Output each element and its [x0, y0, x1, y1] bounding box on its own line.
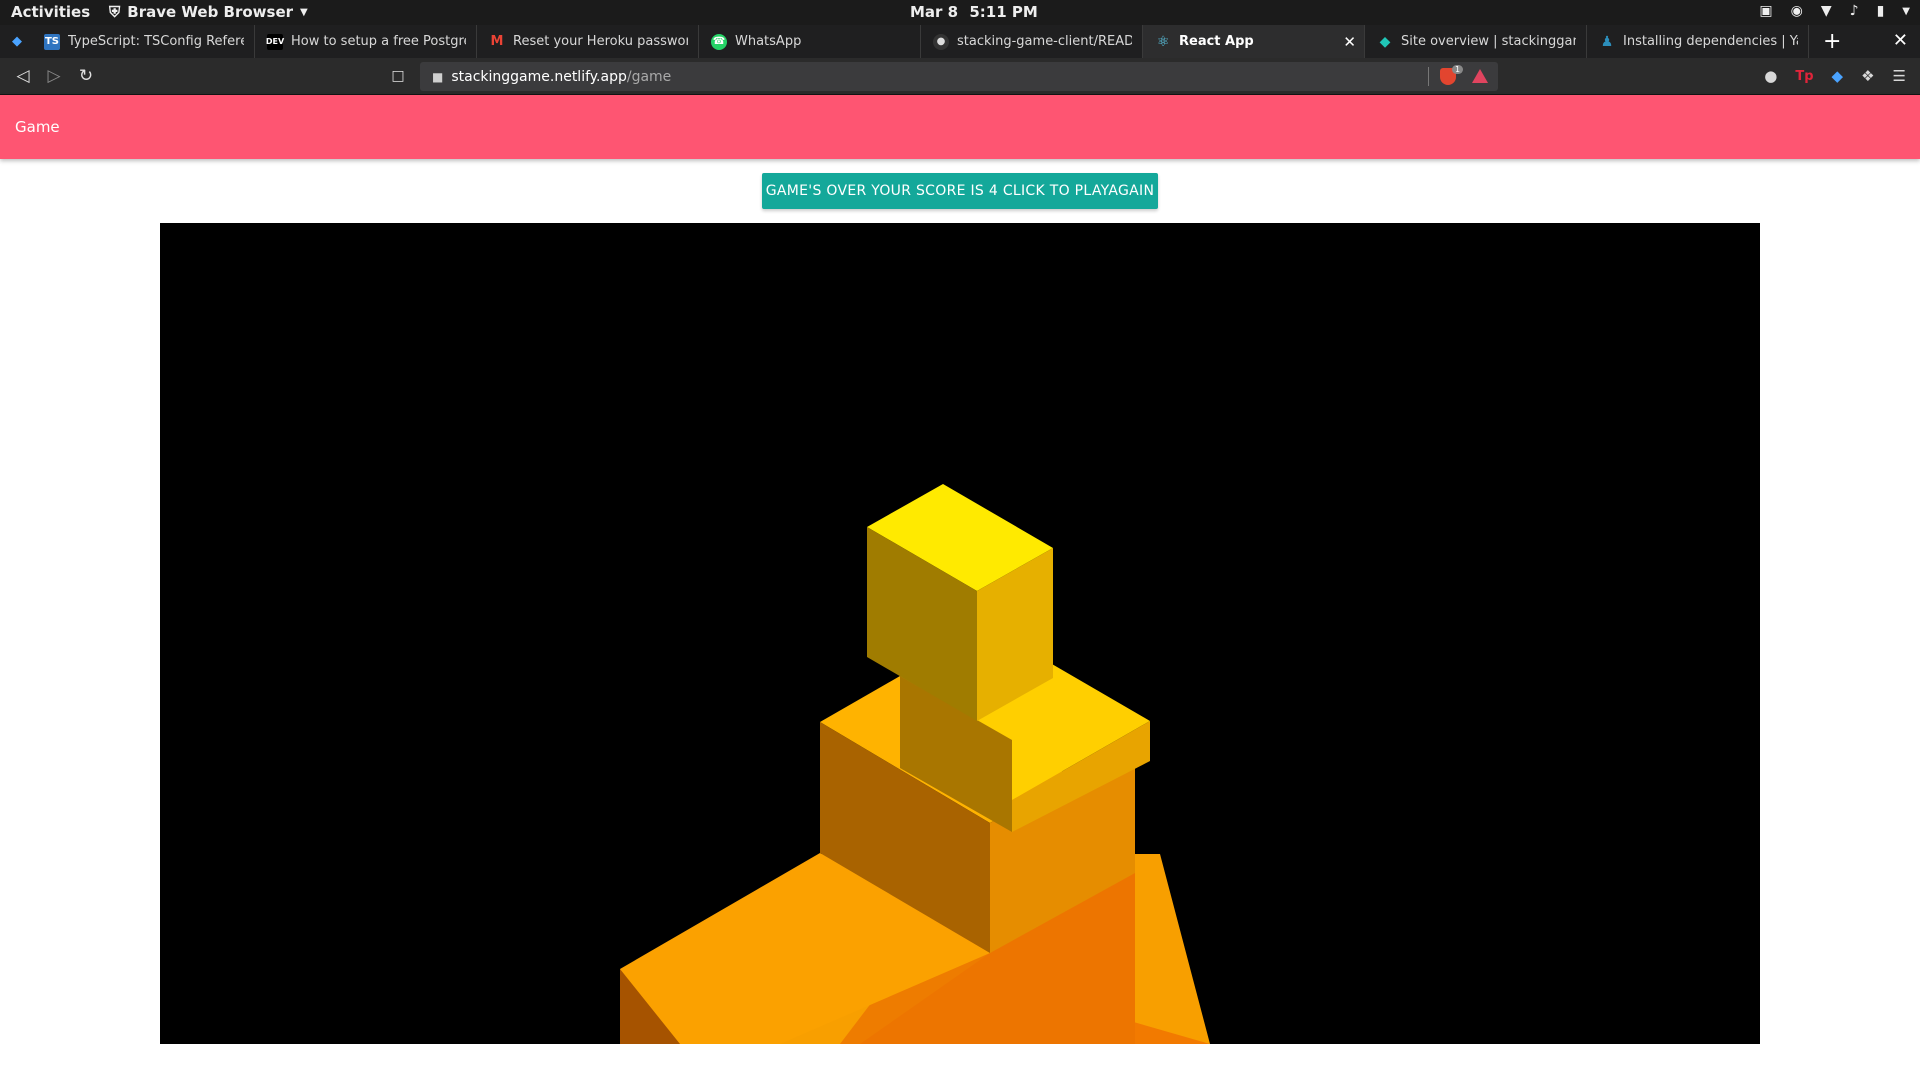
ts-icon: TS — [44, 33, 60, 50]
tab-label: WhatsApp — [735, 34, 802, 49]
tab-label: Reset your Heroku password - — [513, 34, 688, 49]
url-path: /game — [626, 68, 672, 85]
gmail-icon: M — [490, 34, 504, 49]
tab-react-app[interactable]: ⚛ React App ✕ — [1143, 25, 1365, 58]
menu-icon[interactable]: ☰ — [1893, 67, 1906, 85]
chevron-down-icon: ▼ — [300, 6, 308, 18]
screen-icon[interactable]: ▣ — [1759, 3, 1772, 19]
brave-rewards-icon[interactable] — [1472, 69, 1488, 83]
tab-search-icon[interactable]: ◆ — [12, 34, 22, 49]
whatsapp-icon: ☎ — [711, 33, 727, 50]
app-menu-label: Brave Web Browser — [127, 3, 294, 21]
stack-scene — [620, 484, 1210, 1044]
dev-icon: DEV — [266, 33, 284, 50]
activities-button[interactable]: Activities — [11, 3, 90, 21]
window-close-icon[interactable]: ✕ — [1893, 30, 1908, 51]
tab-label: stacking-game-client/README — [957, 34, 1132, 49]
discord-icon[interactable]: ◉ — [1791, 3, 1803, 19]
tab-label: How to setup a free PostgreSQL — [291, 34, 466, 49]
play-again-button[interactable]: GAME'S OVER YOUR SCORE IS 4 CLICK TO PLA… — [762, 173, 1158, 209]
tab-strip: ◆ TS TypeScript: TSConfig Reference DEV … — [0, 25, 1920, 58]
address-bar[interactable]: ■ stackinggame.netlify.app/game 1 — [420, 62, 1498, 91]
shield-count-badge: 1 — [1452, 65, 1464, 74]
tab-heroku[interactable]: M Reset your Heroku password - — [477, 25, 699, 58]
clock[interactable]: Mar 8 5:11 PM — [910, 3, 1038, 21]
game-canvas[interactable] — [160, 223, 1760, 1044]
extensions-area: ● Tp ◆ ❖ ☰ — [1764, 67, 1906, 85]
netlify-icon: ◆ — [1379, 33, 1391, 50]
navbar-brand[interactable]: Game — [15, 118, 60, 136]
github-icon: ● — [933, 33, 949, 50]
url-separator — [1428, 67, 1429, 86]
new-tab-button[interactable]: + — [1809, 29, 1855, 54]
wifi-icon[interactable]: ▼ — [1821, 3, 1832, 19]
menu-arrow-icon[interactable]: ▼ — [1902, 6, 1910, 17]
brave-lion-icon: ⛨ — [109, 3, 121, 21]
extension-diamond-icon[interactable]: ◆ — [1832, 67, 1844, 85]
extension-circle-icon[interactable]: ● — [1764, 67, 1777, 85]
lock-icon: ■ — [432, 69, 444, 84]
clock-time: 5:11 PM — [969, 3, 1038, 21]
back-icon[interactable]: ◁ — [13, 66, 33, 86]
system-tray[interactable]: ▣ ◉ ▼ ♪ ▮ ▼ — [1759, 3, 1910, 19]
extensions-puzzle-icon[interactable]: ❖ — [1861, 67, 1874, 85]
tab-label: Installing dependencies | Yarn — [1623, 34, 1798, 49]
volume-icon[interactable]: ♪ — [1850, 3, 1859, 19]
browser-toolbar: ◁ ▷ ↻ □ ■ stackinggame.netlify.app/game … — [0, 58, 1920, 95]
react-icon: ⚛ — [1156, 33, 1170, 50]
url-host: stackinggame.netlify.app — [451, 68, 627, 85]
yarn-icon: ♟ — [1600, 33, 1614, 50]
system-top-bar: Activities ⛨ Brave Web Browser ▼ Mar 8 5… — [0, 0, 1920, 25]
app-navbar: Game — [0, 95, 1920, 159]
tab-typescript[interactable]: TS TypeScript: TSConfig Reference — [32, 25, 255, 58]
tab-github[interactable]: ● stacking-game-client/README — [921, 25, 1143, 58]
extension-tp-icon[interactable]: Tp — [1795, 69, 1813, 84]
tab-netlify[interactable]: ◆ Site overview | stackinggame — [1365, 25, 1587, 58]
tab-label: TypeScript: TSConfig Reference — [68, 34, 244, 49]
battery-icon[interactable]: ▮ — [1877, 3, 1885, 19]
reload-icon[interactable]: ↻ — [76, 66, 96, 86]
app-menu[interactable]: ⛨ Brave Web Browser ▼ — [109, 3, 308, 21]
tab-label: Site overview | stackinggame — [1401, 34, 1576, 49]
bookmark-icon[interactable]: □ — [388, 68, 408, 84]
clock-date: Mar 8 — [910, 3, 959, 21]
tab-postgres[interactable]: DEV How to setup a free PostgreSQL — [255, 25, 477, 58]
tab-yarn[interactable]: ♟ Installing dependencies | Yarn — [1587, 25, 1809, 58]
tab-whatsapp[interactable]: ☎ WhatsApp — [699, 25, 921, 58]
forward-icon[interactable]: ▷ — [44, 66, 64, 86]
tab-label: React App — [1179, 34, 1254, 49]
close-tab-icon[interactable]: ✕ — [1343, 33, 1356, 51]
